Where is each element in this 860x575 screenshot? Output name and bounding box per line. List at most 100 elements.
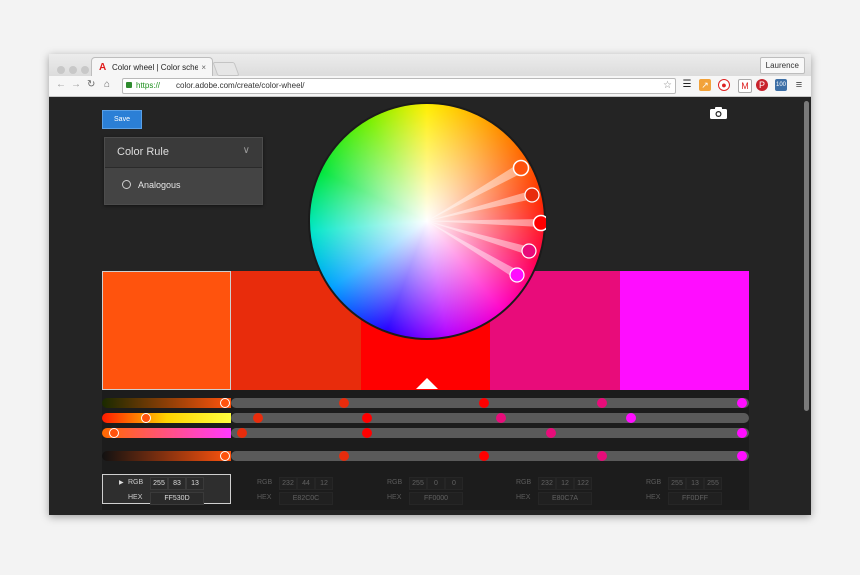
red-value-field[interactable]: 232 [279,477,297,490]
swatch-values: RGB 255 0 0 HEX FF0000 [361,474,490,505]
blue-value-field[interactable]: 0 [445,477,463,490]
green-value-field[interactable]: 83 [168,477,186,490]
slider-handle[interactable] [479,451,489,461]
layers-extension-icon[interactable]: ☰ [681,79,693,91]
title-bar: A Color wheel | Color schemes × Laurence [49,54,811,77]
slider-handle[interactable] [362,413,372,423]
blue-value-field[interactable]: 13 [186,477,204,490]
slider-handle[interactable] [109,428,119,438]
slider-handle[interactable] [479,398,489,408]
browser-window: A Color wheel | Color schemes × Laurence… [49,54,811,515]
hex-label: HEX [646,494,661,501]
home-icon[interactable]: ⌂ [104,79,110,90]
slider-handle[interactable] [220,451,230,461]
camera-icon[interactable] [710,107,727,119]
red-value-field[interactable]: 255 [150,477,168,490]
back-icon[interactable]: ← [56,79,66,90]
harmony-lines [427,159,546,283]
color-wheel[interactable] [308,102,546,340]
slider-track[interactable] [231,413,749,423]
save-button[interactable]: Save [102,110,142,129]
slider-handle[interactable] [220,398,230,408]
blue-value-field[interactable]: 12 [315,477,333,490]
rgb-label: RGB [257,479,273,486]
slider-handle[interactable] [496,413,506,423]
rgb-label: RGB [128,479,144,486]
hex-value-field[interactable]: E82C0C [279,492,333,505]
slider-handle[interactable] [141,413,151,423]
forward-icon[interactable]: → [71,79,81,90]
profile-button[interactable]: Laurence [759,57,805,74]
slider-handle[interactable] [626,413,636,423]
hex-value-field[interactable]: FF0000 [409,492,463,505]
counter-extension-icon[interactable]: 100 [775,79,787,91]
hue-slider[interactable] [102,413,231,423]
slider-handle[interactable] [737,398,747,408]
hex-value-field[interactable]: E80C7A [538,492,592,505]
chart-extension-icon[interactable]: ↗ [699,79,711,91]
hex-value-field[interactable]: FF0DFF [668,492,722,505]
blue-value-field[interactable]: 122 [574,477,592,490]
gmail-extension-icon[interactable]: M [738,79,752,93]
saturation-slider[interactable] [102,428,231,438]
slider-handle[interactable] [237,428,247,438]
color-rule-header[interactable]: Color Rule ∨ [105,138,262,168]
bookmark-star-icon[interactable]: ☆ [663,79,672,93]
slider-handle[interactable] [362,428,372,438]
green-value-field[interactable]: 0 [427,477,445,490]
slider-handle[interactable] [737,428,747,438]
pinterest-extension-icon[interactable]: P [756,79,768,91]
browser-tab[interactable]: A Color wheel | Color schemes × [91,57,213,77]
adobe-logo-icon: A [99,62,107,73]
red-value-field[interactable]: 232 [538,477,556,490]
color-swatch[interactable] [620,271,749,390]
swatch-values: RGB 232 12 122 HEX E80C7A [490,474,620,505]
wheel-handle [532,214,546,232]
green-value-field[interactable]: 12 [556,477,574,490]
slider-track[interactable] [231,451,749,461]
expand-icon[interactable]: ▶ [119,479,124,486]
address-bar[interactable]: https:// color.adobe.com/create/color-wh… [122,78,676,94]
slider-handle[interactable] [597,451,607,461]
slider-handle[interactable] [737,451,747,461]
slider-handle[interactable] [546,428,556,438]
wheel-handle [509,267,525,283]
value-slider[interactable] [102,451,231,461]
radio-icon[interactable] [122,180,131,189]
tab-close-icon[interactable]: × [201,58,206,77]
red-value-field[interactable]: 255 [409,477,427,490]
color-swatch[interactable] [102,271,231,390]
hex-label: HEX [128,494,143,501]
slider-track[interactable] [231,428,749,438]
color-rule-option-label: Analogous [138,180,181,190]
color-rule-title: Color Rule [117,146,169,158]
slider-track[interactable] [231,398,749,408]
green-value-field[interactable]: 13 [686,477,704,490]
hex-label: HEX [387,494,402,501]
brightness-slider[interactable] [102,398,231,408]
hex-label: HEX [257,494,272,501]
menu-icon[interactable]: ≡ [793,79,805,91]
hex-label: HEX [516,494,531,501]
red-value-field[interactable]: 255 [668,477,686,490]
scrollbar[interactable] [804,101,809,411]
blue-value-field[interactable]: 255 [704,477,722,490]
color-rule-option[interactable]: Analogous [105,168,262,204]
slider-handle[interactable] [597,398,607,408]
tab-title: Color wheel | Color schemes [112,63,198,72]
wheel-handle [521,243,537,259]
reload-icon[interactable]: ↻ [87,79,95,90]
slider-handle[interactable] [253,413,263,423]
swatch-values: ▶ RGB 255 83 13 HEX FF530D [102,474,231,505]
lastpass-extension-icon[interactable]: ● [718,79,730,91]
new-tab-button[interactable] [212,62,240,76]
slider-handle[interactable] [339,451,349,461]
color-wheel-page: Save Color Rule ∨ Analogous ▶ RGB 255 83… [49,97,811,515]
wheel-handle [524,187,540,203]
hex-value-field[interactable]: FF530D [150,492,204,505]
chevron-down-icon[interactable]: ∨ [243,145,250,156]
slider-handle[interactable] [339,398,349,408]
swatch-values: RGB 255 13 255 HEX FF0DFF [620,474,749,505]
url-path: color.adobe.com/create/color-wheel/ [176,81,305,90]
green-value-field[interactable]: 44 [297,477,315,490]
